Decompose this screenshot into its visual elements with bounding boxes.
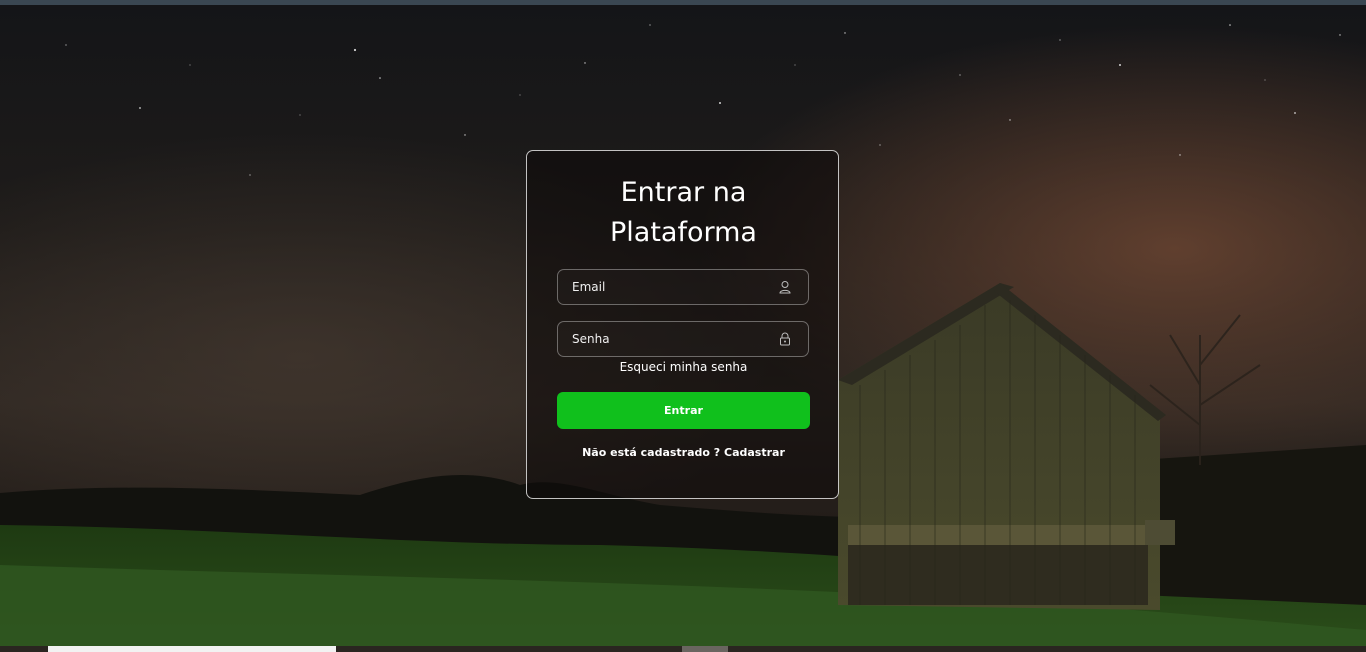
register-prompt-text: Não está cadastrado ? bbox=[582, 446, 721, 459]
email-field-wrapper bbox=[557, 269, 809, 305]
bottom-bar bbox=[0, 646, 1366, 652]
login-card: Entrar na Plataforma Esqueci minha senha… bbox=[526, 150, 839, 499]
login-button[interactable]: Entrar bbox=[557, 392, 810, 429]
login-page: Entrar na Plataforma Esqueci minha senha… bbox=[0, 0, 1366, 652]
login-title: Entrar na Plataforma bbox=[527, 173, 840, 253]
password-input[interactable] bbox=[558, 322, 782, 356]
password-field-wrapper bbox=[557, 321, 809, 357]
email-input[interactable] bbox=[558, 270, 782, 304]
title-line-1: Entrar na bbox=[620, 177, 747, 208]
lock-icon bbox=[780, 332, 790, 346]
register-prompt: Não está cadastrado ? Cadastrar bbox=[527, 446, 840, 459]
register-link[interactable]: Cadastrar bbox=[724, 446, 785, 459]
user-icon bbox=[779, 281, 791, 294]
forgot-password-link[interactable]: Esqueci minha senha bbox=[527, 360, 840, 374]
bottom-white-bar bbox=[48, 646, 336, 652]
bottom-grey-bar bbox=[682, 646, 728, 652]
title-line-2: Plataforma bbox=[610, 217, 757, 248]
